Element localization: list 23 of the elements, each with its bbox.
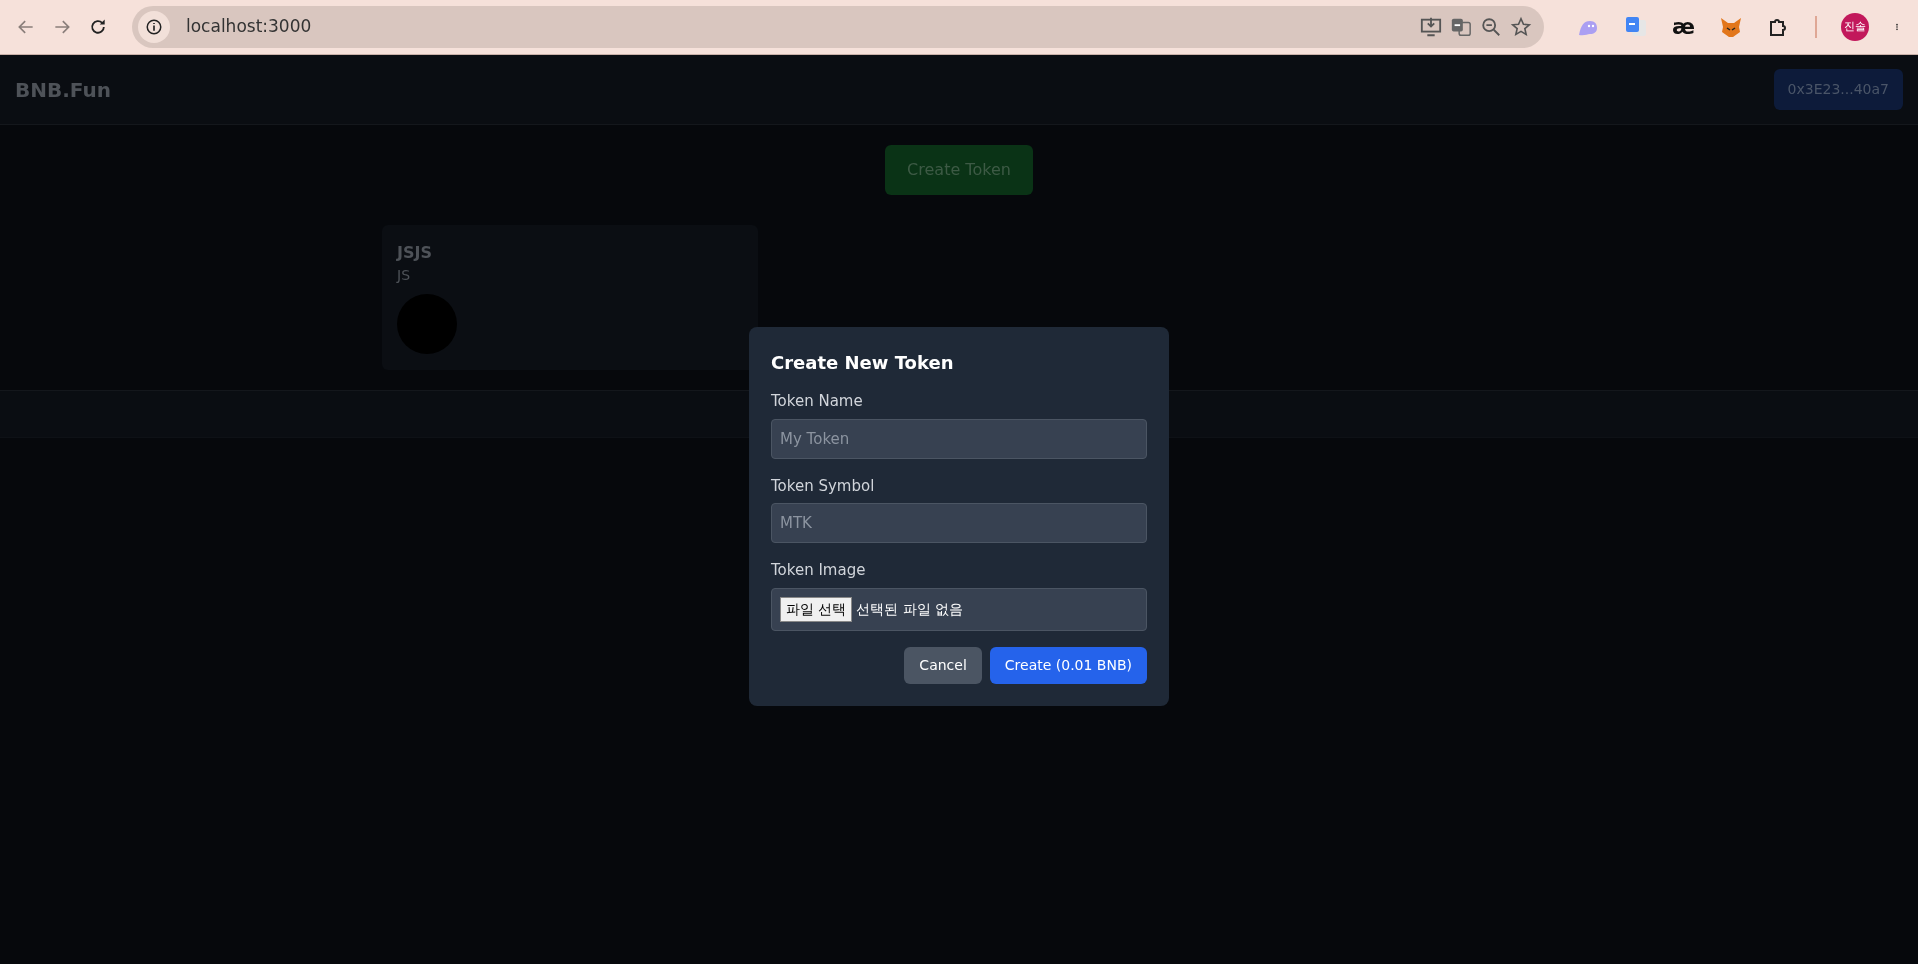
fox-icon[interactable]: [1719, 15, 1744, 39]
input-field[interactable]: MTK: [771, 503, 1147, 543]
profile-avatar[interactable]: 진솔: [1841, 13, 1870, 41]
info-icon: [145, 18, 163, 36]
star-icon[interactable]: [1510, 16, 1532, 38]
cancel-button[interactable]: Cancel: [904, 646, 982, 684]
choose-file-button[interactable]: 파일 선택: [780, 596, 853, 622]
field-label: Token Name: [771, 391, 864, 412]
extension-button[interactable]: æ: [1672, 16, 1696, 38]
token-symbol: JS: [397, 266, 411, 285]
address-bar-url[interactable]: localhost:3000: [186, 14, 312, 40]
input-field[interactable]: My Token: [771, 418, 1147, 459]
install-app-icon[interactable]: [1420, 16, 1442, 38]
token-name: JSJS: [397, 242, 433, 264]
site-info-button[interactable]: [138, 11, 170, 43]
field-label: Token Image: [771, 560, 867, 581]
reload-icon[interactable]: [88, 17, 108, 37]
create-button[interactable]: Create (0.01 BNB): [989, 646, 1147, 684]
zoom-out-icon[interactable]: [1480, 16, 1502, 38]
modal-title: Create New Token: [771, 351, 955, 375]
file-status-text: 선택된 파일 없음: [856, 599, 964, 619]
file-input-field[interactable]: 파일 선택 선택된 파일 없음: [771, 587, 1147, 631]
field-label: Token Symbol: [771, 475, 876, 497]
